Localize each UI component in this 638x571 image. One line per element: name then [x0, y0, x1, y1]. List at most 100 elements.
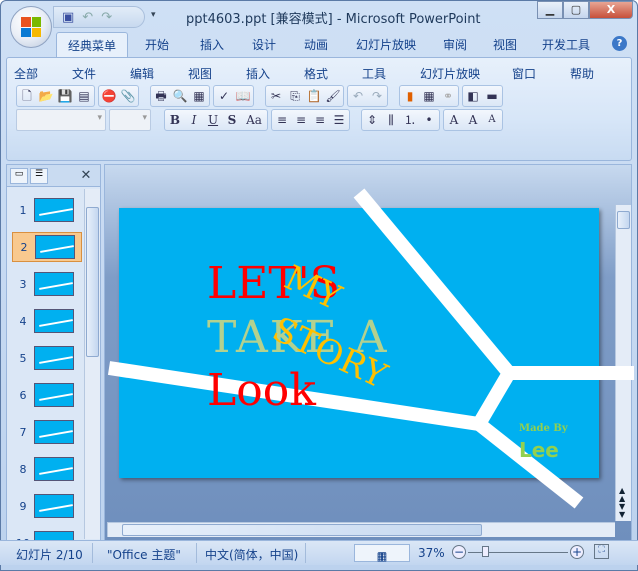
align-right-icon[interactable]: ≡	[312, 112, 328, 128]
zoom-level[interactable]: 37%	[418, 546, 445, 560]
maximize-button[interactable]: ▢	[563, 1, 589, 19]
zoom-in-icon[interactable]: +	[570, 545, 584, 559]
spelling-icon[interactable]: ✓	[216, 88, 232, 104]
tab-design[interactable]: 设计	[238, 32, 290, 58]
menu-view[interactable]: 视图	[188, 65, 246, 82]
tab-view[interactable]: 视图	[480, 32, 530, 58]
shrink-font-button[interactable]: A	[484, 112, 500, 128]
justify-icon[interactable]: ☰	[331, 112, 347, 128]
slide-thumbnail[interactable]: 5	[12, 343, 82, 373]
italic-button[interactable]: I	[186, 112, 202, 128]
chart-icon[interactable]: ▮	[402, 88, 418, 104]
outline-tab[interactable]: ☰	[30, 167, 48, 184]
theme-name[interactable]: "Office 主题"	[107, 546, 181, 563]
line-spacing-icon[interactable]: ⇕	[364, 112, 380, 128]
hyperlink-icon[interactable]: ⚭	[440, 88, 456, 104]
align-center-icon[interactable]: ≡	[293, 112, 309, 128]
menu-tools[interactable]: 工具	[362, 65, 420, 82]
print-preview-icon[interactable]: 🔍	[172, 88, 188, 104]
save-icon[interactable]: 💾	[57, 88, 73, 104]
menu-format[interactable]: 格式	[304, 65, 362, 82]
tab-insert[interactable]: 插入	[186, 32, 238, 58]
scroll-thumb[interactable]	[86, 207, 99, 357]
slides-tab[interactable]: ▭	[10, 167, 28, 184]
paste-icon[interactable]: 📋	[306, 88, 322, 104]
save-icon[interactable]: ▣	[62, 10, 74, 25]
office-button[interactable]	[10, 6, 52, 48]
copy-icon[interactable]: ⎘	[287, 88, 303, 104]
slide-thumbnail[interactable]: 6	[12, 380, 82, 410]
grid-icon[interactable]: ▦	[191, 88, 207, 104]
tab-slideshow[interactable]: 幻灯片放映	[342, 32, 430, 58]
menu-edit[interactable]: 编辑	[130, 65, 188, 82]
slide-thumbnail[interactable]: 3	[12, 269, 82, 299]
slide-thumbnail[interactable]: 9	[12, 491, 82, 521]
close-button[interactable]: X	[589, 1, 633, 19]
table-icon[interactable]: ▦	[421, 88, 437, 104]
redo-icon[interactable]: ↷	[369, 88, 385, 104]
customize-qat-icon[interactable]: ▾	[151, 10, 156, 20]
columns-icon[interactable]: ⫼	[383, 112, 399, 128]
tab-classic-menu[interactable]: 经典菜单	[56, 32, 128, 58]
menu-file[interactable]: 文件	[72, 65, 130, 82]
permission-icon[interactable]: ⛔	[101, 88, 117, 104]
open-icon[interactable]: 📂	[38, 88, 54, 104]
cut-icon[interactable]: ✂	[268, 88, 284, 104]
slide-number: 3	[19, 277, 27, 291]
grow-font-button[interactable]: A	[465, 112, 481, 128]
numbering-icon[interactable]: ⒈	[402, 112, 418, 128]
tab-home[interactable]: 开始	[128, 32, 186, 58]
zoom-slider-thumb[interactable]	[482, 546, 489, 557]
slideshow-view-icon[interactable]: ⊤	[377, 550, 387, 563]
shadow-button[interactable]: S	[224, 112, 240, 128]
help-icon[interactable]: ?	[612, 36, 627, 51]
slides-pane-scrollbar[interactable]	[84, 189, 100, 539]
undo-icon[interactable]: ↶	[82, 10, 93, 25]
minimize-button[interactable]: ▁	[537, 1, 563, 19]
tab-animation[interactable]: 动画	[290, 32, 342, 58]
scroll-thumb[interactable]	[122, 524, 482, 536]
font-name-select[interactable]	[16, 109, 106, 131]
zoom-out-icon[interactable]: −	[452, 545, 466, 559]
print-icon[interactable]: 🖶	[153, 88, 169, 104]
font-size-select[interactable]	[109, 109, 151, 131]
slides-pane: ▭☰✕ 12345678910	[6, 164, 101, 555]
slide-thumbnail-image	[34, 346, 74, 370]
slide-canvas[interactable]: LET'S TAKE A Look MY STORY Made By Lee	[107, 188, 634, 509]
undo-icon[interactable]: ↶	[350, 88, 366, 104]
slide-thumbnail[interactable]: 4	[12, 306, 82, 336]
menu-insert[interactable]: 插入	[246, 65, 304, 82]
align-left-icon[interactable]: ≡	[274, 112, 290, 128]
menu-help[interactable]: 帮助	[570, 65, 610, 82]
menu-window[interactable]: 窗口	[512, 65, 570, 82]
fill-icon[interactable]: ▬	[484, 88, 500, 104]
attach-icon[interactable]: 📎	[120, 88, 136, 104]
new-icon[interactable]: 🗋	[19, 88, 35, 104]
powerpoint-window: ▣ ↶ ↷ ▾ ppt4603.ppt [兼容模式] - Microsoft P…	[0, 0, 638, 571]
slide-thumbnail[interactable]: 2	[12, 232, 82, 262]
horizontal-scrollbar[interactable]	[107, 522, 615, 537]
menu-slideshow[interactable]: 幻灯片放映	[420, 65, 512, 82]
language-indicator[interactable]: 中文(简体，中国)	[205, 546, 298, 563]
tab-review[interactable]: 审阅	[430, 32, 480, 58]
tab-developer[interactable]: 开发工具	[530, 32, 602, 58]
window-title: ppt4603.ppt [兼容模式] - Microsoft PowerPoin…	[186, 12, 481, 27]
redo-icon[interactable]: ↷	[101, 10, 112, 25]
color-grayscale-icon[interactable]: ◧	[465, 88, 481, 104]
research-icon[interactable]: 📖	[235, 88, 251, 104]
slide-thumbnail[interactable]: 7	[12, 417, 82, 447]
font-color-button[interactable]: A	[446, 112, 462, 128]
bold-button[interactable]: B	[167, 112, 183, 128]
slide-thumbnail-image	[34, 309, 74, 333]
slide-thumbnail[interactable]: 1	[12, 195, 82, 225]
save-as-icon[interactable]: ▤	[76, 88, 92, 104]
close-pane-icon[interactable]: ✕	[77, 168, 95, 184]
format-painter-icon[interactable]: 🖌	[325, 88, 341, 104]
bullets-icon[interactable]: •	[421, 112, 437, 128]
underline-button[interactable]: U	[205, 112, 221, 128]
slide-thumbnail[interactable]: 8	[12, 454, 82, 484]
fit-to-window-icon[interactable]: ⛶	[594, 544, 609, 559]
ribbon-tabs: 经典菜单 开始 插入 设计 动画 幻灯片放映 审阅 视图 开发工具	[56, 32, 602, 58]
menu-all[interactable]: 全部	[14, 65, 72, 82]
change-case-button[interactable]: Aa	[243, 112, 265, 128]
